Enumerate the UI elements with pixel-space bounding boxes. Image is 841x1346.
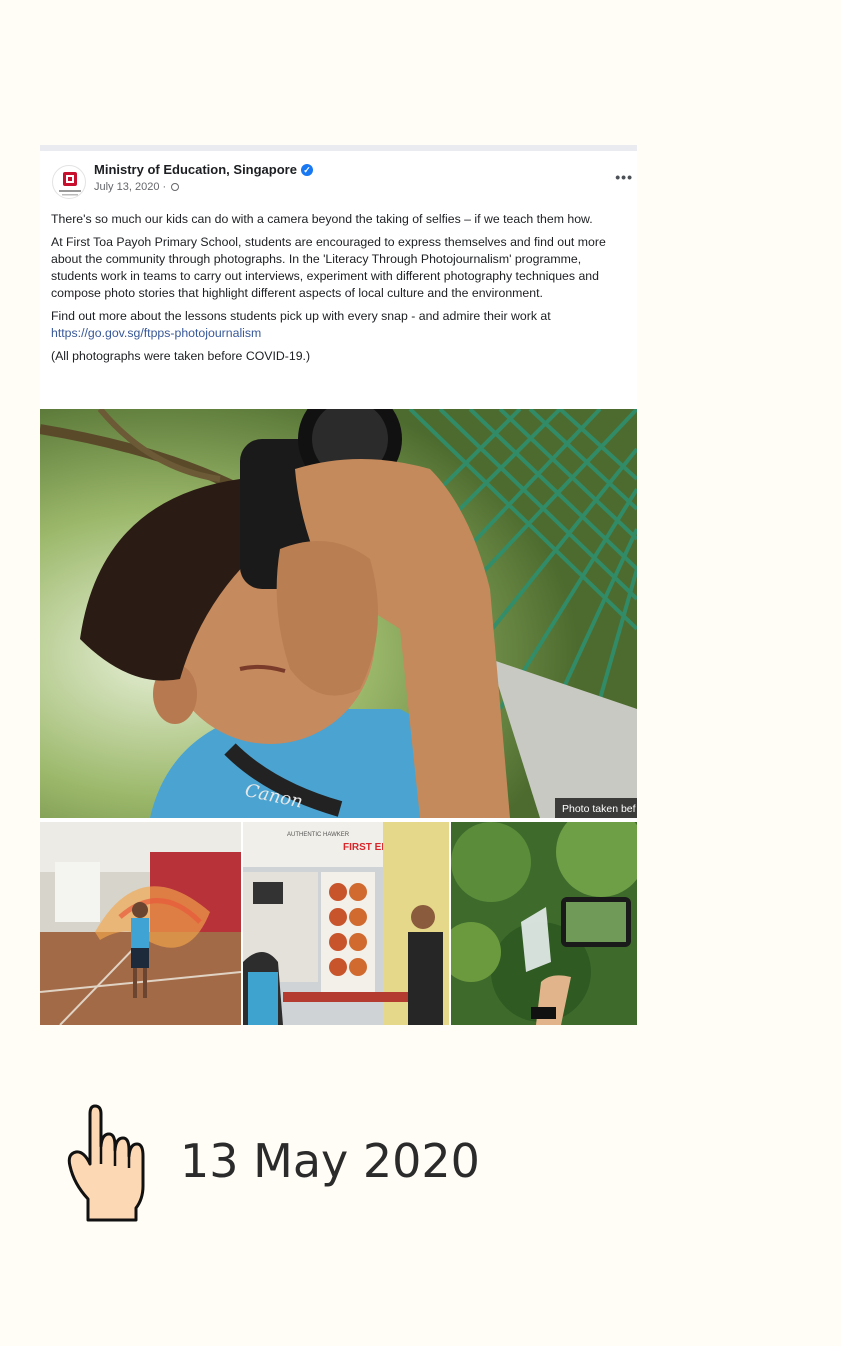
more-options-button[interactable]: ••• (615, 169, 633, 185)
post-date[interactable]: July 13, 2020 (94, 181, 159, 193)
thumb-hall-photo[interactable] (40, 822, 241, 1025)
photo-grid: FIRST EDITION AUTHENTIC HAWKER (40, 822, 637, 1025)
pointing-hand-icon (67, 1104, 145, 1222)
cta-text: Find out more about the lessons students… (51, 309, 551, 323)
globe-icon (171, 183, 180, 191)
post-body: There's so much our kids can do with a c… (51, 211, 629, 371)
post-note: (All photographs were taken before COVID… (51, 349, 311, 363)
thumb-sign-text-2: AUTHENTIC HAWKER (287, 832, 350, 838)
post-meta: July 13, 2020 · (94, 181, 180, 193)
post-paragraph: There's so much our kids can do with a c… (51, 212, 593, 226)
photo-caption: Photo taken bef (562, 803, 636, 815)
post-paragraph-cta: Find out more about the lessons students… (51, 308, 629, 342)
author-name-text[interactable]: Ministry of Education, Singapore (94, 162, 297, 177)
post-header: Ministry of Education, Singapore ✓ July 1… (40, 151, 637, 207)
thumb-hawker-photo[interactable]: FIRST EDITION AUTHENTIC HAWKER (243, 822, 449, 1025)
main-photo[interactable]: Canon Photo taken bef (40, 409, 637, 818)
boy-with-camera-photo: Canon Photo taken bef (40, 409, 637, 818)
thumb-forest-photo[interactable] (451, 822, 637, 1025)
verified-badge-icon: ✓ (300, 164, 313, 176)
footer-date: 13 May 2020 (64, 1104, 564, 1222)
author-name[interactable]: Ministry of Education, Singapore ✓ (94, 162, 313, 177)
post-paragraph: At First Toa Payoh Primary School, stude… (51, 235, 606, 300)
moe-logo-avatar[interactable] (52, 165, 86, 199)
date-separator: · (159, 181, 170, 193)
post-link[interactable]: https://go.gov.sg/ftpps-photojournalism (51, 326, 261, 340)
facebook-post: Ministry of Education, Singapore ✓ July 1… (40, 145, 637, 1025)
footer-date-text: 13 May 2020 (180, 1134, 480, 1188)
